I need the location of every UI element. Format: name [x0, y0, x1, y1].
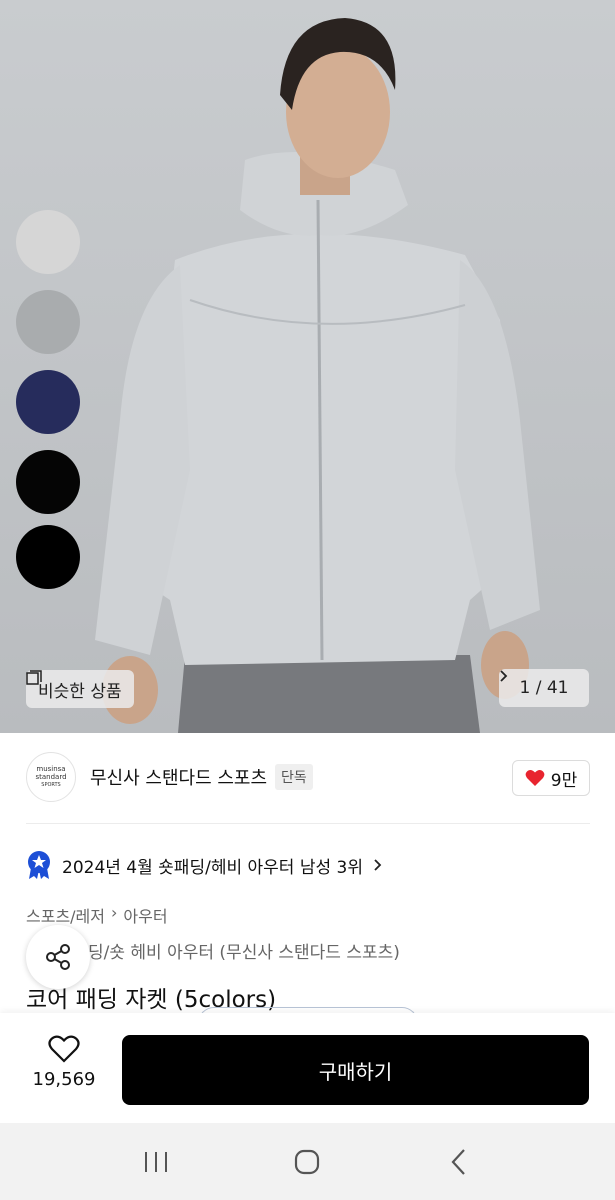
system-nav-bar: [0, 1123, 615, 1200]
back-button[interactable]: [429, 1137, 489, 1187]
share-button[interactable]: [26, 925, 90, 989]
breadcrumb: 스포츠/레저 › 아우터: [26, 903, 168, 927]
chevron-right-icon: [374, 859, 382, 871]
breadcrumb-level1[interactable]: 스포츠/레저: [26, 903, 105, 927]
image-counter-text: 1 / 41: [519, 678, 569, 698]
color-swatch-light-gray[interactable]: [16, 210, 80, 274]
color-swatch-gray[interactable]: [16, 290, 80, 354]
heart-outline-icon: [48, 1035, 80, 1063]
color-swatch-black-2[interactable]: [16, 525, 80, 589]
product-image[interactable]: 비슷한 상품 1 / 41: [0, 0, 615, 733]
color-swatch-black[interactable]: [16, 450, 80, 514]
brand-logo-line1: musinsa: [36, 765, 66, 773]
color-swatch-navy[interactable]: [16, 370, 80, 434]
heart-filled-icon: [525, 770, 545, 786]
model-photo: [95, 18, 540, 733]
home-button[interactable]: [277, 1137, 337, 1187]
breadcrumb-separator-icon: ›: [111, 903, 118, 922]
brand-like-count: 9만: [550, 770, 578, 791]
brand-row[interactable]: musinsa standard SPORTS 무신사 스탠다드 스포츠 단독 …: [26, 752, 590, 802]
wishlist-count: 19,569: [32, 1069, 96, 1090]
share-icon: [46, 944, 70, 970]
brand-like-button[interactable]: 9만: [512, 760, 590, 796]
wishlist-button[interactable]: 19,569: [26, 1035, 102, 1090]
brand-name[interactable]: 무신사 스탠다드 스포츠: [90, 764, 267, 790]
recent-apps-button[interactable]: [126, 1137, 186, 1187]
buy-button[interactable]: 구매하기: [122, 1035, 589, 1105]
breadcrumb-level2[interactable]: 아우터: [123, 903, 167, 927]
image-counter[interactable]: 1 / 41: [499, 669, 589, 707]
purchase-bar: 19,569 구매하기: [0, 1013, 615, 1123]
similar-products-button[interactable]: 비슷한 상품: [26, 670, 134, 708]
ranking-badge-icon: [28, 851, 50, 879]
brand-logo-line2: standard: [35, 773, 67, 781]
ranking-text: 2024년 4월 숏패딩/헤비 아우터 남성 3위: [62, 857, 363, 878]
ranking-link[interactable]: 2024년 4월 숏패딩/헤비 아우터 남성 3위: [26, 848, 383, 882]
copy-icon: [26, 670, 42, 685]
recent-apps-icon: [144, 1151, 167, 1172]
similar-products-label: 비슷한 상품: [38, 681, 122, 702]
brand-logo[interactable]: musinsa standard SPORTS: [26, 752, 76, 802]
divider: [26, 823, 590, 824]
brand-logo-line3: SPORTS: [41, 782, 61, 788]
exclusive-badge: 단독: [275, 764, 313, 790]
back-icon: [451, 1148, 465, 1175]
chevron-right-icon: [500, 670, 508, 682]
home-icon: [295, 1149, 320, 1174]
product-subcategory: 딩/숏 헤비 아우터 (무신사 스탠다드 스포츠): [88, 943, 400, 963]
